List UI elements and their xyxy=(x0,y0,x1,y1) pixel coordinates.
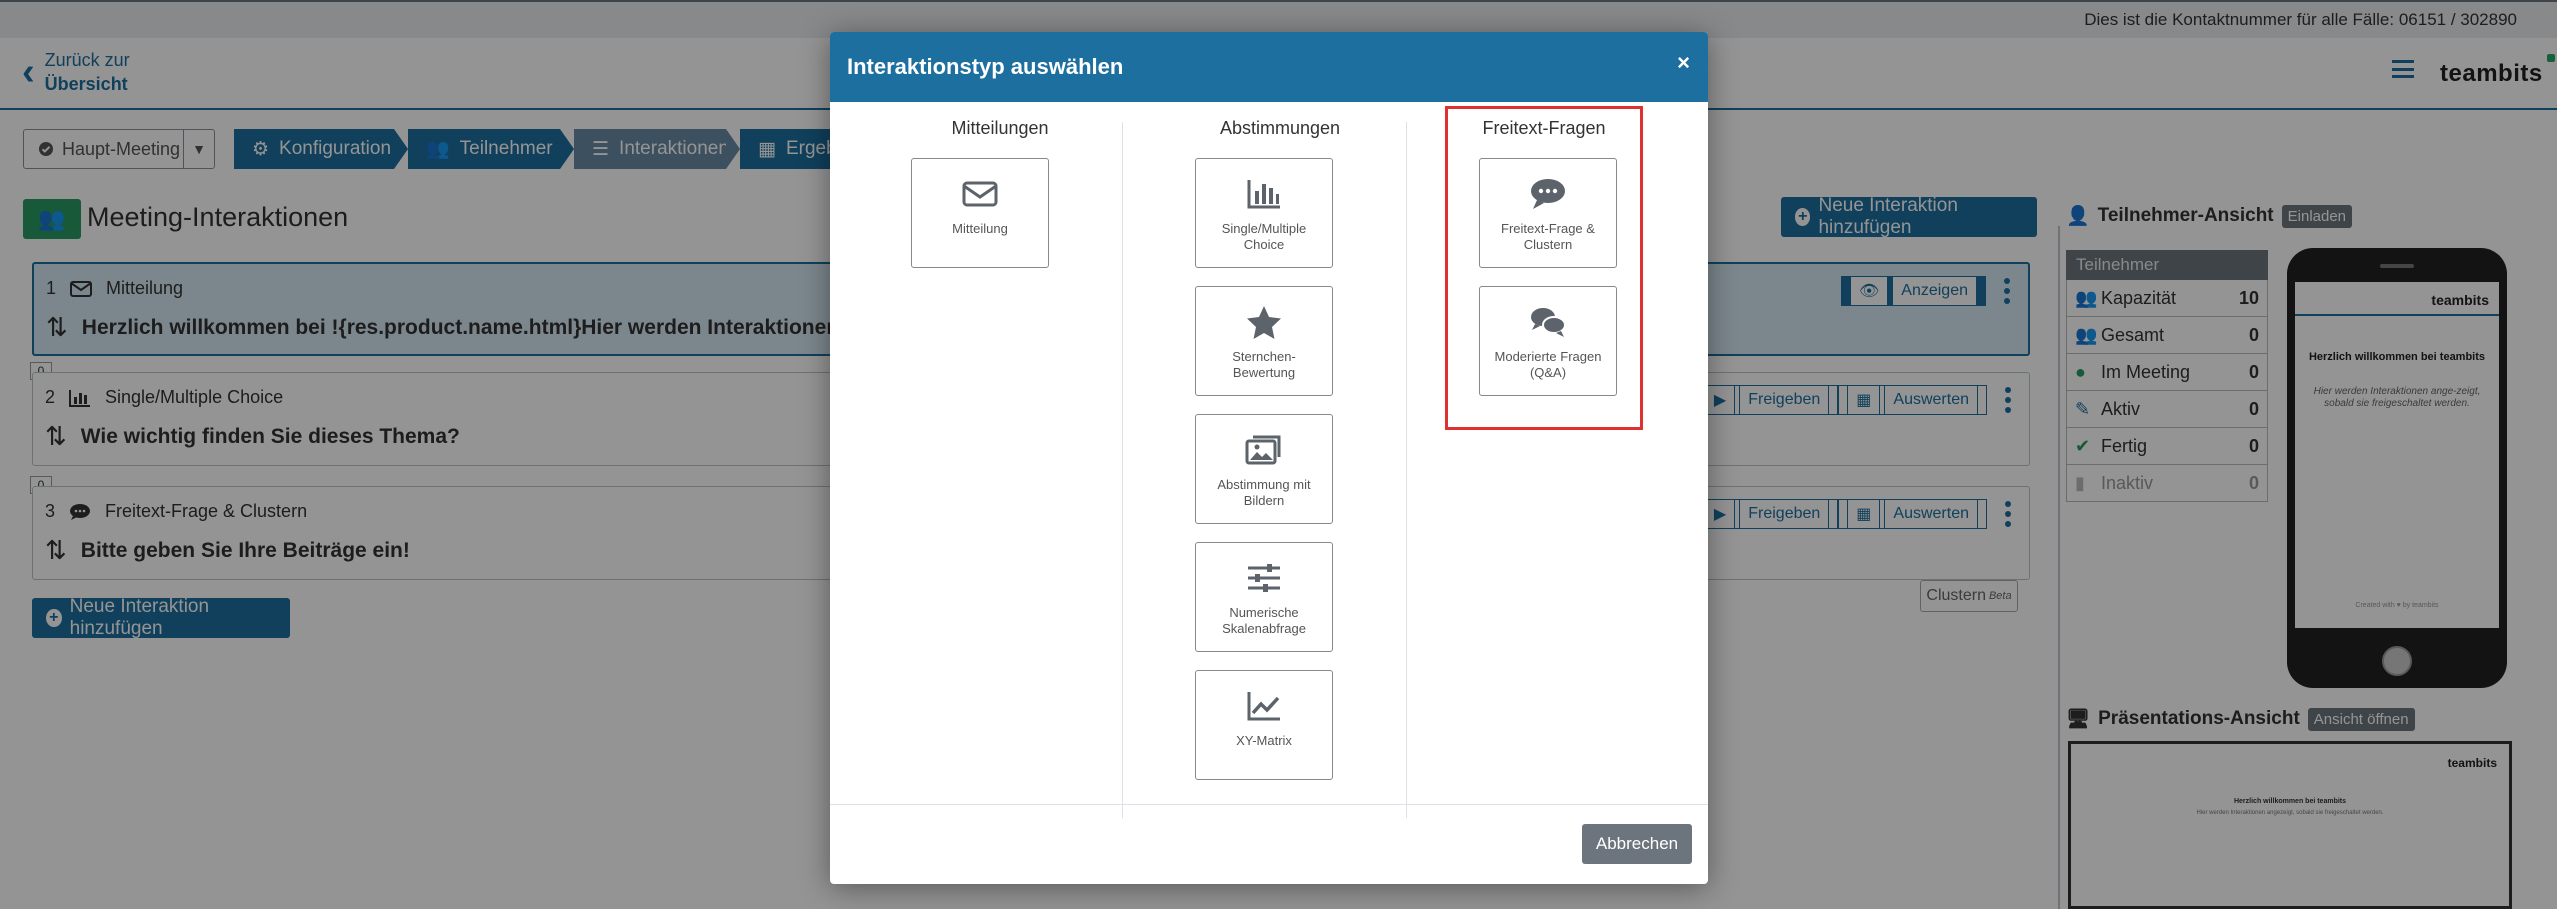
modal-header: Interaktionstyp auswählen × xyxy=(830,32,1708,102)
speech-bubble-icon xyxy=(1531,179,1565,209)
modal-title: Interaktionstyp auswählen xyxy=(847,54,1124,79)
sliders-icon xyxy=(1248,564,1280,592)
tile-xy-matrix[interactable]: XY-Matrix xyxy=(1195,670,1333,780)
bar-chart-icon xyxy=(1247,180,1280,209)
tile-single-multiple-choice[interactable]: Single/Multiple Choice xyxy=(1195,158,1333,268)
cancel-button[interactable]: Abbrechen xyxy=(1582,824,1692,864)
modal-footer-divider xyxy=(830,804,1708,805)
envelope-icon xyxy=(962,181,998,207)
column-title-messages: Mitteilungen xyxy=(951,118,1049,138)
images-icon xyxy=(1245,435,1281,465)
tile-vote-with-images[interactable]: Abstimmung mit Bildern xyxy=(1195,414,1333,524)
column-title-votes: Abstimmungen xyxy=(1219,118,1341,138)
interaction-type-modal: Interaktionstyp auswählen × Mitteilungen… xyxy=(830,32,1708,884)
speech-bubbles-icon xyxy=(1531,308,1566,337)
tile-message[interactable]: Mitteilung xyxy=(911,158,1049,268)
column-divider xyxy=(1122,122,1123,818)
column-divider xyxy=(1406,122,1407,818)
tile-numeric-scale[interactable]: Numerische Skalenabfrage xyxy=(1195,542,1333,652)
line-chart-icon xyxy=(1247,692,1280,721)
tile-moderated-qa[interactable]: Moderierte Fragen (Q&A) xyxy=(1479,286,1617,396)
tile-star-rating[interactable]: Sternchen-Bewertung xyxy=(1195,286,1333,396)
tile-freetext-clustering[interactable]: Freitext-Frage & Clustern xyxy=(1479,158,1617,268)
star-icon xyxy=(1247,306,1281,339)
close-icon[interactable]: × xyxy=(1677,50,1690,76)
